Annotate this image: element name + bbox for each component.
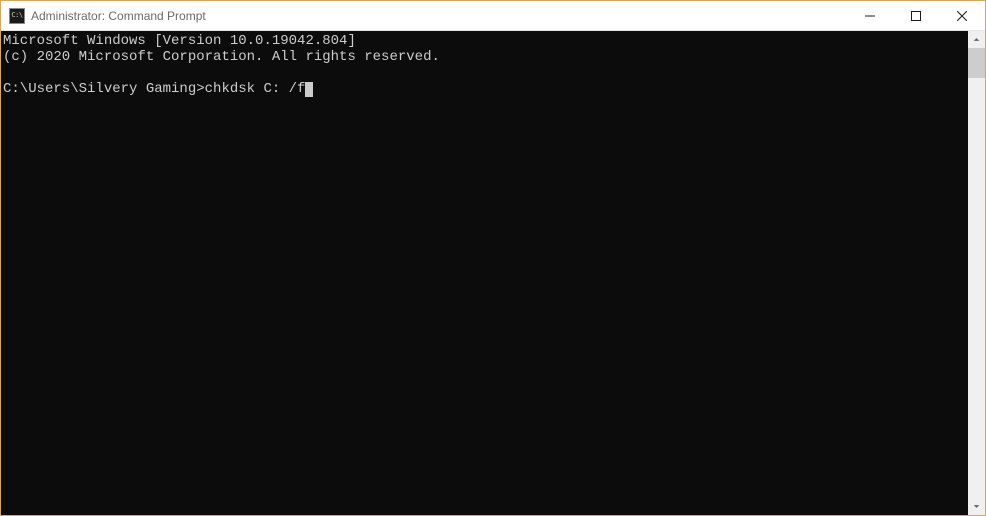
maximize-button[interactable] <box>893 1 939 30</box>
vertical-scrollbar[interactable] <box>968 31 985 515</box>
scroll-down-button[interactable] <box>968 498 985 515</box>
titlebar[interactable]: C:\ Administrator: Command Prompt <box>1 1 985 31</box>
maximize-icon <box>911 11 921 21</box>
minimize-button[interactable] <box>847 1 893 30</box>
chevron-up-icon <box>973 36 980 43</box>
version-line: Microsoft Windows [Version 10.0.19042.80… <box>3 33 356 49</box>
command-text: chkdsk C: /f <box>205 81 306 97</box>
text-cursor <box>305 82 313 97</box>
app-icon: C:\ <box>9 8 25 24</box>
copyright-line: (c) 2020 Microsoft Corporation. All righ… <box>3 49 440 65</box>
scroll-thumb[interactable] <box>968 48 985 78</box>
command-prompt-window: C:\ Administrator: Command Prompt <box>0 0 986 516</box>
window-title: Administrator: Command Prompt <box>31 9 847 23</box>
cmd-icon: C:\ <box>11 12 22 19</box>
close-button[interactable] <box>939 1 985 30</box>
chevron-down-icon <box>973 503 980 510</box>
console-output[interactable]: Microsoft Windows [Version 10.0.19042.80… <box>1 31 968 515</box>
close-icon <box>957 11 967 21</box>
scroll-up-button[interactable] <box>968 31 985 48</box>
minimize-icon <box>865 11 875 21</box>
console-area: Microsoft Windows [Version 10.0.19042.80… <box>1 31 985 515</box>
window-controls <box>847 1 985 30</box>
scroll-track[interactable] <box>968 48 985 498</box>
prompt-text: C:\Users\Silvery Gaming> <box>3 81 205 97</box>
